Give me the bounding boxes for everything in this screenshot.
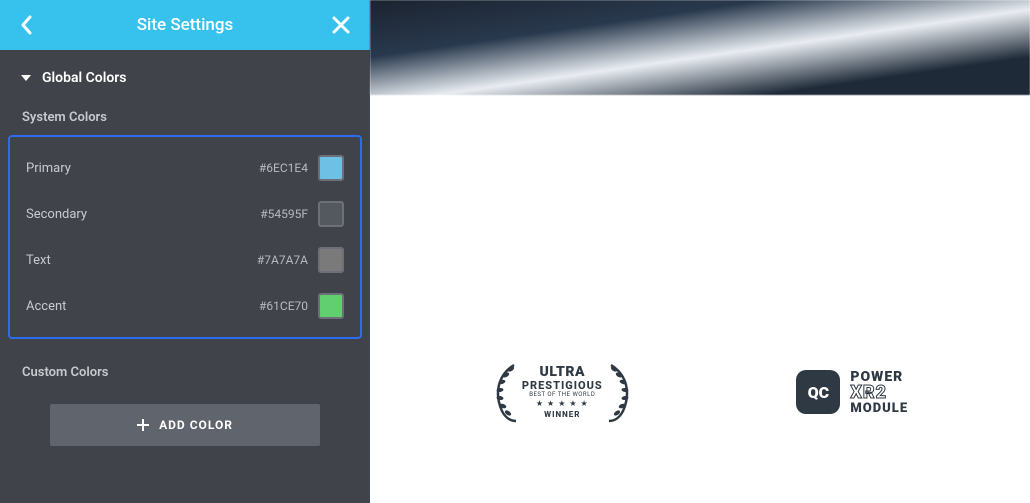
- award-text: ULTRA PRESTIGIOUS BEST OF THE WORLD ★ ★ …: [522, 365, 603, 419]
- section-global-colors[interactable]: Global Colors: [0, 50, 370, 96]
- system-colors-heading: System Colors: [0, 96, 370, 135]
- close-icon: [332, 16, 350, 34]
- settings-sidebar: Site Settings Global Colors System Color…: [0, 0, 370, 503]
- custom-colors-heading: Custom Colors: [0, 351, 370, 390]
- laurel-left-icon: [492, 361, 518, 423]
- product-badge: QC POWER XR2 MODULE: [796, 370, 908, 415]
- color-row-text[interactable]: Text #7A7A7A: [18, 237, 352, 283]
- panel-title: Site Settings: [137, 15, 234, 35]
- close-button[interactable]: [326, 16, 350, 34]
- award-line4: WINNER: [522, 411, 603, 419]
- plus-icon: [137, 419, 149, 431]
- award-stars: ★ ★ ★ ★ ★: [522, 400, 603, 408]
- award-line3: BEST OF THE WORLD: [522, 392, 603, 398]
- color-name: Primary: [26, 161, 71, 176]
- chevron-left-icon: [20, 15, 34, 35]
- color-hex: #7A7A7A: [257, 253, 308, 267]
- add-color-label: ADD COLOR: [159, 418, 233, 432]
- product-line2: XR2: [850, 384, 908, 402]
- sidebar-header: Site Settings: [0, 0, 370, 50]
- color-name: Text: [26, 253, 51, 268]
- color-name: Accent: [26, 299, 66, 314]
- back-button[interactable]: [20, 15, 44, 35]
- caret-down-icon: [20, 73, 32, 83]
- color-swatch[interactable]: [318, 155, 344, 181]
- product-text: POWER XR2 MODULE: [850, 370, 908, 415]
- color-hex: #54595F: [260, 207, 308, 221]
- color-row-secondary[interactable]: Secondary #54595F: [18, 191, 352, 237]
- color-row-primary[interactable]: Primary #6EC1E4: [18, 145, 352, 191]
- section-title: Global Colors: [42, 70, 127, 86]
- hero-image: [370, 0, 1030, 95]
- color-hex: #6EC1E4: [259, 161, 308, 175]
- system-colors-group: Primary #6EC1E4 Secondary #54595F Text #…: [8, 135, 362, 339]
- color-swatch[interactable]: [318, 247, 344, 273]
- color-swatch[interactable]: [318, 201, 344, 227]
- award-badge: ULTRA PRESTIGIOUS BEST OF THE WORLD ★ ★ …: [492, 361, 633, 423]
- laurel-right-icon: [607, 361, 633, 423]
- qc-icon: QC: [796, 370, 840, 414]
- editor-canvas[interactable]: ULTRA PRESTIGIOUS BEST OF THE WORLD ★ ★ …: [370, 0, 1030, 503]
- color-swatch[interactable]: [318, 293, 344, 319]
- add-color-button[interactable]: ADD COLOR: [50, 404, 320, 446]
- award-line2: PRESTIGIOUS: [522, 380, 603, 392]
- color-row-accent[interactable]: Accent #61CE70: [18, 283, 352, 329]
- color-hex: #61CE70: [259, 299, 308, 313]
- award-line1: ULTRA: [522, 365, 603, 380]
- product-line3: MODULE: [850, 402, 908, 415]
- badge-row: ULTRA PRESTIGIOUS BEST OF THE WORLD ★ ★ …: [370, 361, 1030, 423]
- color-name: Secondary: [26, 207, 87, 222]
